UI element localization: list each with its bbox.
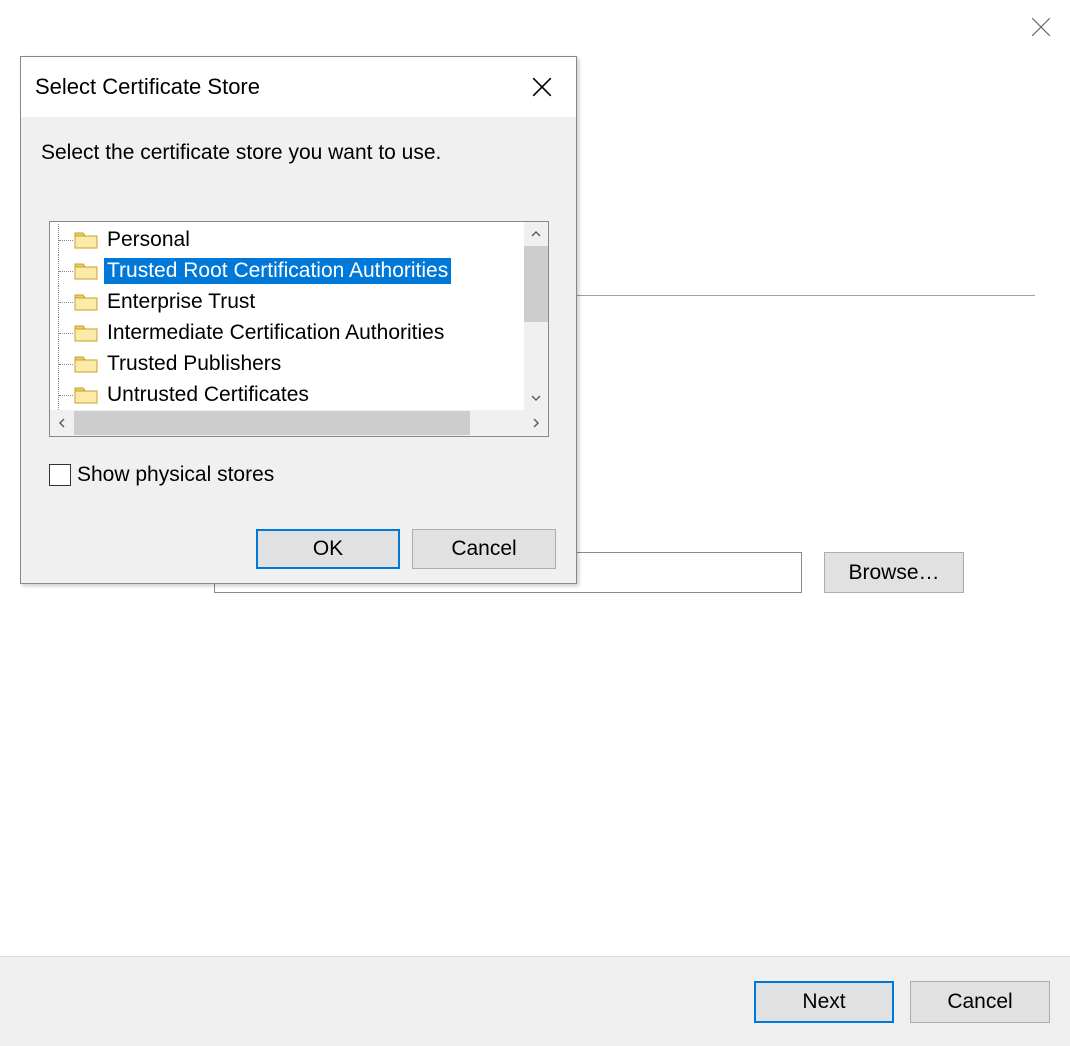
ok-button-label: OK bbox=[313, 537, 343, 561]
scroll-left-button[interactable] bbox=[50, 411, 74, 435]
tree-item[interactable]: Untrusted Certificates bbox=[50, 379, 524, 410]
chevron-right-icon bbox=[531, 418, 541, 428]
horizontal-scrollbar-thumb[interactable] bbox=[74, 411, 470, 435]
tree-connector bbox=[58, 286, 70, 317]
tree-connector bbox=[58, 224, 70, 255]
dialog-buttons: OK Cancel bbox=[256, 529, 556, 569]
dialog-cancel-button[interactable]: Cancel bbox=[412, 529, 556, 569]
tree-connector bbox=[58, 379, 70, 410]
folder-icon bbox=[74, 323, 98, 343]
dialog-title: Select Certificate Store bbox=[35, 74, 522, 100]
wizard-cancel-button-label: Cancel bbox=[947, 990, 1012, 1014]
folder-icon bbox=[74, 292, 98, 312]
certificate-store-tree: Personal Trusted Root Certification Autho… bbox=[49, 221, 549, 437]
folder-icon bbox=[74, 385, 98, 405]
tree-item-label: Trusted Root Certification Authorities bbox=[104, 258, 451, 284]
tree-item[interactable]: Trusted Publishers bbox=[50, 348, 524, 379]
folder-icon bbox=[74, 230, 98, 250]
folder-icon bbox=[74, 261, 98, 281]
chevron-up-icon bbox=[531, 229, 541, 239]
scroll-down-button[interactable] bbox=[524, 386, 548, 410]
tree-item-label: Trusted Publishers bbox=[104, 351, 284, 377]
tree-item-label: Intermediate Certification Authorities bbox=[104, 320, 447, 346]
dialog-instruction: Select the certificate store you want to… bbox=[41, 141, 441, 165]
chevron-down-icon bbox=[531, 393, 541, 403]
scroll-right-button[interactable] bbox=[524, 411, 548, 435]
browse-button-label: Browse… bbox=[848, 561, 939, 585]
ok-button[interactable]: OK bbox=[256, 529, 400, 569]
tree-connector bbox=[58, 317, 70, 348]
tree-item[interactable]: Intermediate Certification Authorities bbox=[50, 317, 524, 348]
close-icon bbox=[531, 76, 553, 98]
dialog-titlebar: Select Certificate Store bbox=[21, 57, 576, 117]
wizard-footer: Next Cancel bbox=[0, 956, 1070, 1046]
wizard-cancel-button[interactable]: Cancel bbox=[910, 981, 1050, 1023]
tree-content[interactable]: Personal Trusted Root Certification Autho… bbox=[50, 222, 524, 410]
tree-item[interactable]: Enterprise Trust bbox=[50, 286, 524, 317]
dialog-cancel-button-label: Cancel bbox=[451, 537, 516, 561]
show-physical-stores-label: Show physical stores bbox=[77, 463, 274, 487]
tree-connector bbox=[58, 255, 70, 286]
vertical-scrollbar-thumb[interactable] bbox=[524, 246, 548, 322]
browse-button[interactable]: Browse… bbox=[824, 552, 964, 593]
tree-item[interactable]: Trusted Root Certification Authorities bbox=[50, 255, 524, 286]
next-button-label: Next bbox=[802, 990, 845, 1014]
scroll-up-button[interactable] bbox=[524, 222, 548, 246]
tree-item[interactable]: Personal bbox=[50, 224, 524, 255]
tree-item-label: Untrusted Certificates bbox=[104, 382, 312, 408]
horizontal-scrollbar[interactable] bbox=[50, 410, 548, 436]
select-certificate-store-dialog: Select Certificate Store Select the cert… bbox=[20, 56, 577, 584]
dialog-close-button[interactable] bbox=[522, 67, 562, 107]
checkbox-box bbox=[49, 464, 71, 486]
vertical-scrollbar[interactable] bbox=[524, 222, 548, 410]
tree-connector bbox=[58, 348, 70, 379]
next-button[interactable]: Next bbox=[754, 981, 894, 1023]
tree-item-label: Enterprise Trust bbox=[104, 289, 258, 315]
tree-item-label: Personal bbox=[104, 227, 193, 253]
chevron-left-icon bbox=[57, 418, 67, 428]
show-physical-stores-checkbox[interactable]: Show physical stores bbox=[49, 463, 274, 487]
folder-icon bbox=[74, 354, 98, 374]
